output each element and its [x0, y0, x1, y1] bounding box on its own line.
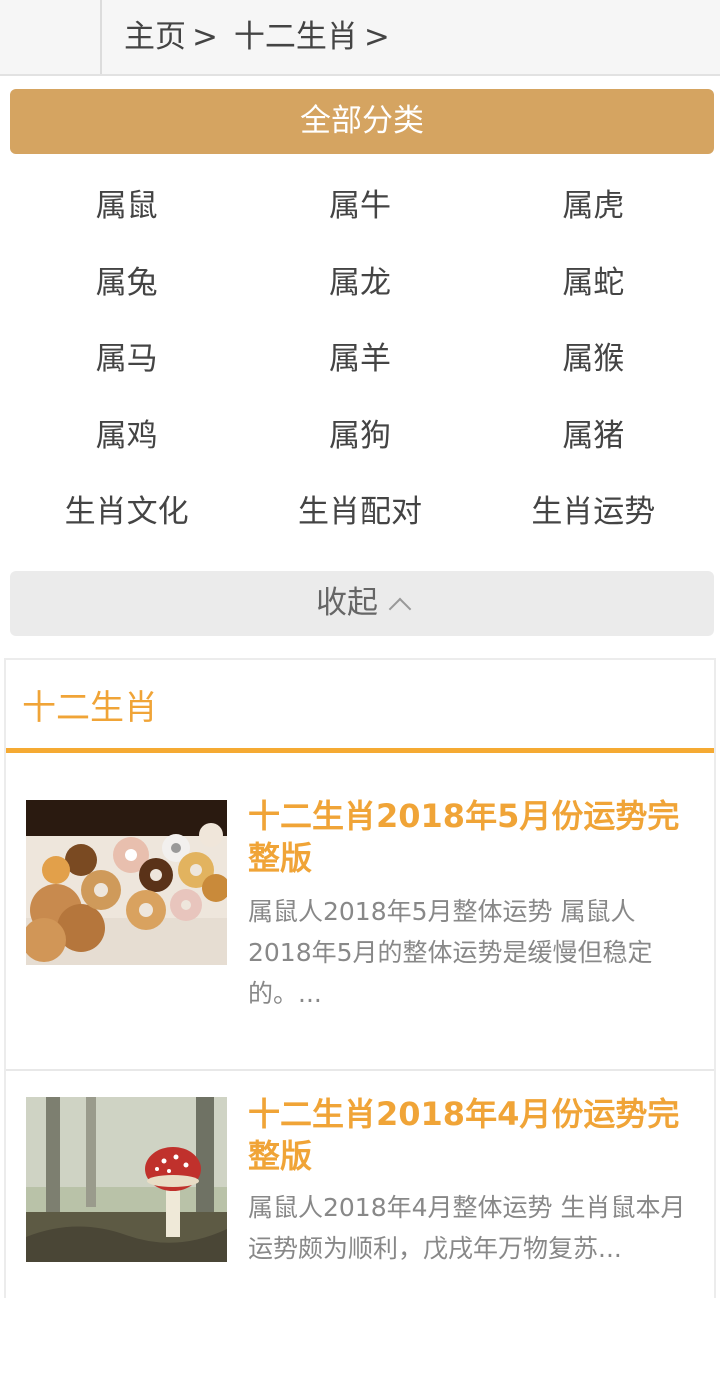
breadcrumb-separator: > [363, 19, 390, 55]
article-summary: 属鼠人2018年5月整体运势 属鼠人2018年5月的整体运势是缓慢但稳定的。..… [248, 897, 653, 1008]
article-thumbnail[interactable] [26, 1097, 227, 1262]
collapse-label: 收起 [316, 585, 378, 621]
category-row: 属兔 属龙 属蛇 [10, 247, 710, 324]
article-thumbnail[interactable] [26, 800, 227, 965]
category-row: 属马 属羊 属猴 [10, 323, 710, 400]
category-zodiac-matching[interactable]: 生肖配对 [243, 476, 476, 553]
chevron-up-icon [388, 597, 412, 621]
all-categories-header: 全部分类 [10, 89, 714, 154]
category-rooster[interactable]: 属鸡 [10, 400, 243, 477]
category-tiger[interactable]: 属虎 [477, 170, 710, 247]
category-rabbit[interactable]: 属兔 [10, 247, 243, 324]
article-title[interactable]: 十二生肖2018年5月份运势完整版 [248, 795, 698, 879]
section-title: 十二生肖 [22, 688, 158, 728]
category-horse[interactable]: 属马 [10, 323, 243, 400]
category-goat[interactable]: 属羊 [243, 323, 476, 400]
breadcrumb-home-link[interactable]: 主页 [124, 19, 186, 55]
category-zodiac-fortune[interactable]: 生肖运势 [477, 476, 710, 553]
category-ox[interactable]: 属牛 [243, 170, 476, 247]
category-row: 生肖文化 生肖配对 生肖运势 [10, 476, 710, 553]
collapse-button[interactable]: 收起 [10, 571, 714, 636]
donuts-photo-icon [26, 800, 227, 965]
category-snake[interactable]: 属蛇 [477, 247, 710, 324]
category-rat[interactable]: 属鼠 [10, 170, 243, 247]
category-dog[interactable]: 属狗 [243, 400, 476, 477]
breadcrumb-current-link[interactable]: 十二生肖 [234, 19, 358, 55]
mushroom-photo-icon [26, 1097, 227, 1262]
breadcrumb-separator: > [192, 19, 218, 55]
back-button[interactable] [0, 0, 102, 74]
category-grid: 属鼠 属牛 属虎 属兔 属龙 属蛇 属马 属羊 属猴 属鸡 属狗 属猪 生肖文化… [10, 170, 710, 553]
category-row: 属鼠 属牛 属虎 [10, 170, 710, 247]
category-dragon[interactable]: 属龙 [243, 247, 476, 324]
article-title[interactable]: 十二生肖2018年4月份运势完整版 [248, 1093, 698, 1177]
zodiac-article-section: 十二生肖 十二生肖2018年5月份运势完整版 属鼠人2018年5月整体运势 属鼠… [4, 658, 716, 1298]
category-row: 属鸡 属狗 属猪 [10, 400, 710, 477]
category-monkey[interactable]: 属猴 [477, 323, 710, 400]
breadcrumb: 主页 > 十二生肖 > [124, 17, 396, 57]
article-item[interactable]: 十二生肖2018年5月份运势完整版 属鼠人2018年5月整体运势 属鼠人2018… [6, 753, 714, 1071]
category-zodiac-culture[interactable]: 生肖文化 [10, 476, 243, 553]
category-pig[interactable]: 属猪 [477, 400, 710, 477]
article-summary: 属鼠人2018年4月整体运势 生肖鼠本月运势颇为顺利，戊戌年万物复苏... [248, 1193, 686, 1263]
article-item[interactable]: 十二生肖2018年4月份运势完整版 属鼠人2018年4月整体运势 生肖鼠本月运势… [6, 1073, 714, 1391]
top-bar: 主页 > 十二生肖 > [0, 0, 720, 76]
